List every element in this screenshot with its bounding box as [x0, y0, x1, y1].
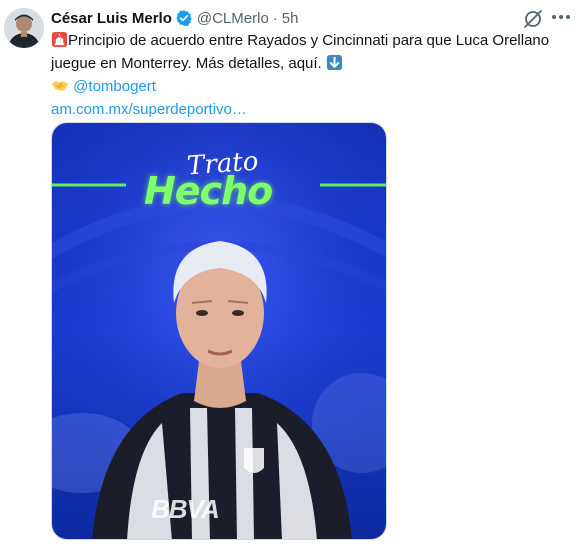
tweet-line-4: am.com.mx/superdeportivo…: [51, 100, 571, 120]
verified-badge-icon[interactable]: [175, 9, 193, 27]
tweet-header: César Luis Merlo @CLMerlo · 5h: [51, 8, 298, 28]
tweet-text-line-1: Principio de acuerdo entre Rayados y Cin…: [68, 32, 550, 49]
article-link[interactable]: am.com.mx/superdeportivo…: [51, 101, 247, 118]
tweet-line-2: juegue en Monterrey. Más detalles, aquí.: [51, 54, 571, 77]
separator-dot: ·: [272, 9, 278, 27]
tweet-line-3: @tombogert: [51, 77, 571, 100]
hecho-title: Hecho: [144, 169, 273, 213]
down-arrow-emoji-icon: [326, 54, 343, 77]
handshake-emoji-icon: [51, 77, 69, 100]
tweet-text-line-2: juegue en Monterrey. Más detalles, aquí.: [51, 55, 322, 72]
tweet-text: Principio de acuerdo entre Rayados y Cin…: [51, 31, 571, 120]
siren-emoji-icon: [51, 31, 68, 54]
sponsor-logo: BBVA: [151, 494, 220, 524]
tweet-media-image[interactable]: Trato Hecho BBVA: [51, 122, 387, 540]
avatar[interactable]: [4, 8, 44, 48]
timestamp[interactable]: 5h: [282, 10, 299, 27]
author-name[interactable]: César Luis Merlo: [51, 10, 172, 27]
tweet-line-1: Principio de acuerdo entre Rayados y Cin…: [51, 31, 571, 54]
mention-link[interactable]: @tombogert: [73, 78, 156, 95]
club-crest: [244, 448, 264, 473]
author-handle[interactable]: @CLMerlo: [197, 10, 269, 27]
grok-icon[interactable]: [522, 8, 544, 30]
more-options-icon[interactable]: [548, 6, 574, 28]
